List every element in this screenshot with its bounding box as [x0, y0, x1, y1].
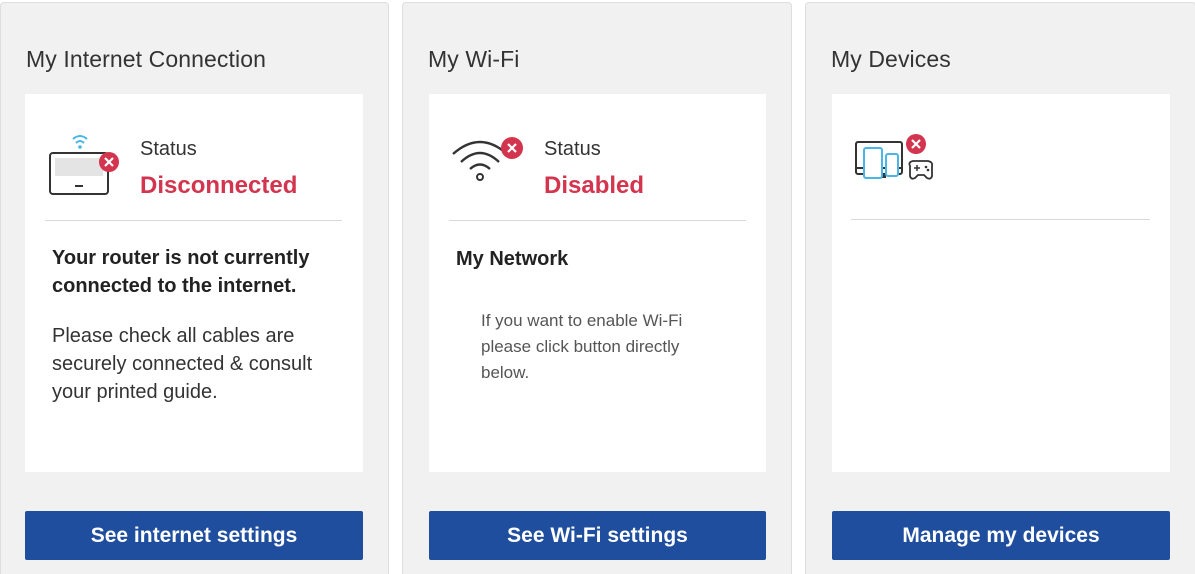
internet-connection-card: My Internet Connection Status Disconnect…: [0, 2, 389, 574]
router-disconnected-icon: [49, 135, 119, 195]
internet-body: Please check all cables are securely con…: [52, 325, 313, 403]
wifi-status-label: Status: [544, 138, 601, 160]
manage-my-devices-button[interactable]: Manage my devices: [832, 511, 1170, 560]
devices-card-title: My Devices: [831, 46, 951, 72]
internet-card-title: My Internet Connection: [26, 46, 266, 72]
see-wifi-settings-button[interactable]: See Wi-Fi settings: [429, 511, 766, 560]
internet-status-panel: Status Disconnected Your router is not c…: [25, 94, 363, 472]
wifi-status-value: Disabled: [544, 172, 645, 199]
devices-divider: [851, 219, 1150, 220]
devices-panel: [832, 94, 1170, 472]
wifi-card: My Wi-Fi Status Disabled My Network If y…: [402, 2, 792, 574]
my-network-title: My Network: [456, 248, 569, 270]
devices-disconnected-icon: [855, 134, 934, 180]
internet-status-value: Disconnected: [140, 172, 298, 199]
wifi-divider: [449, 220, 746, 221]
wifi-status-panel: Status Disabled My Network If you want t…: [429, 94, 766, 472]
wifi-card-title: My Wi-Fi: [428, 46, 520, 72]
see-internet-settings-button[interactable]: See internet settings: [25, 511, 363, 560]
internet-status-label: Status: [140, 138, 197, 160]
devices-card: My Devices Manage my devices: [805, 2, 1195, 574]
internet-headline: Your router is not currently connected t…: [52, 247, 310, 297]
internet-divider: [45, 220, 342, 221]
wifi-disabled-icon: [452, 137, 523, 181]
my-network-description: If you want to enable Wi-Fi please click…: [481, 311, 683, 382]
